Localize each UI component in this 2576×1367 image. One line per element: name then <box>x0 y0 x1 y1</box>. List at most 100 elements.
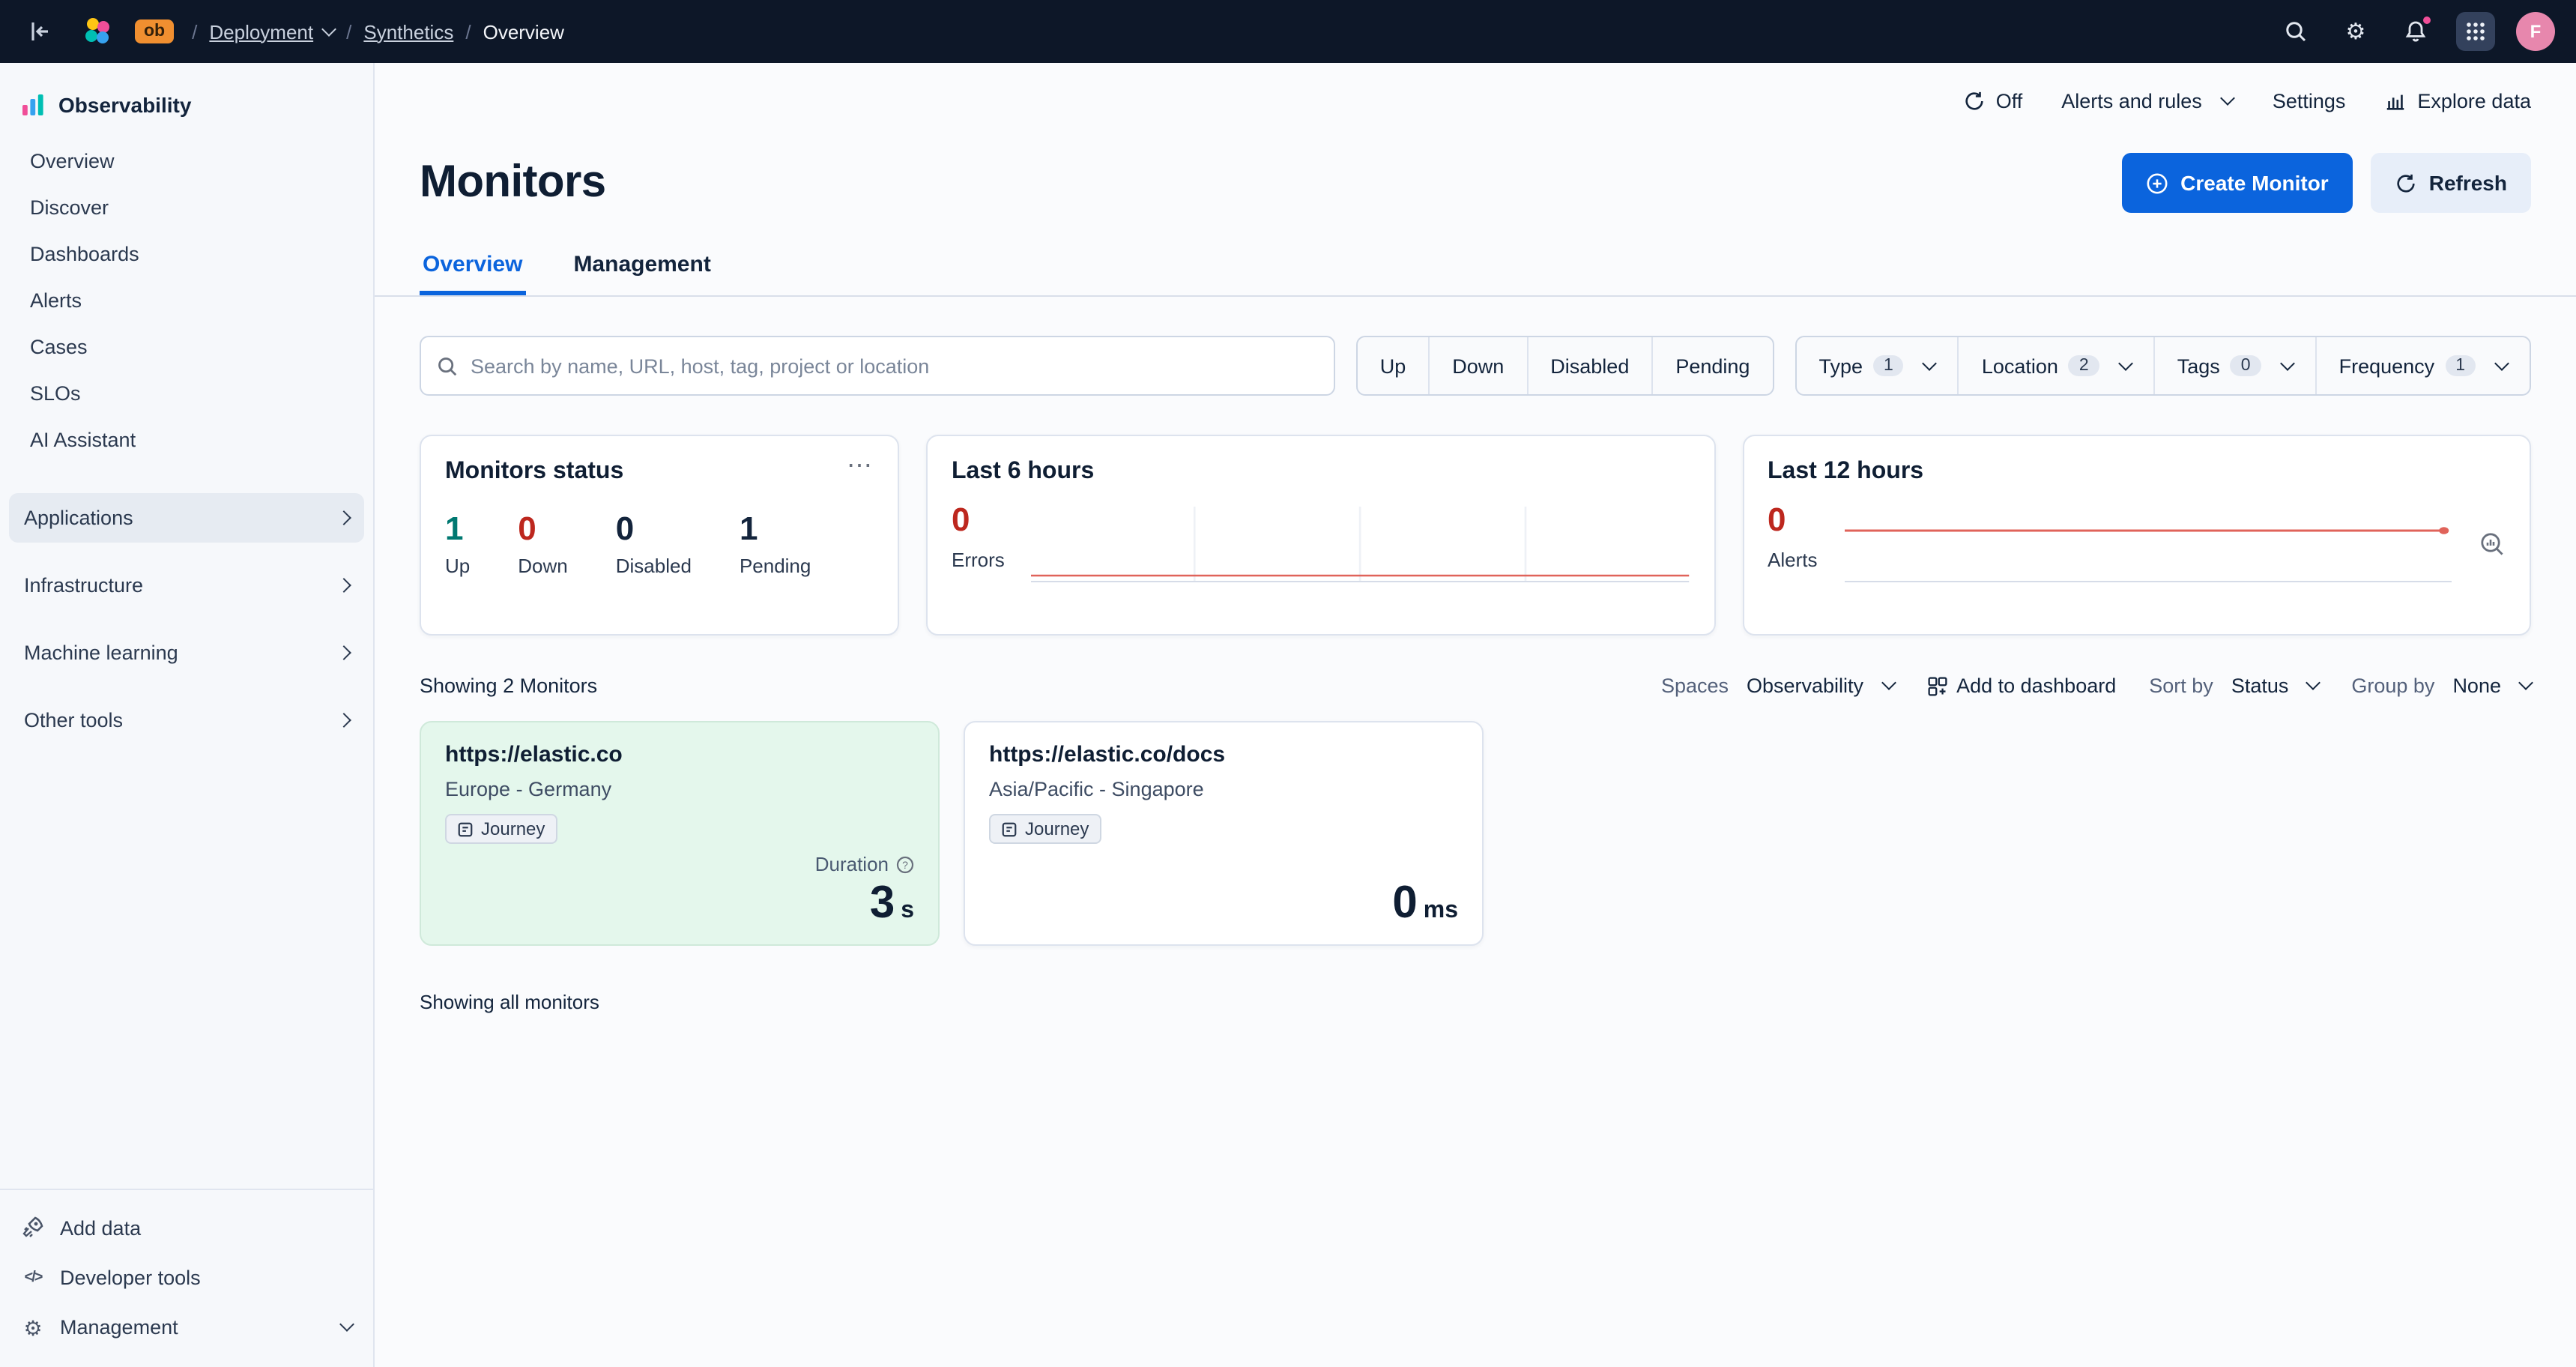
breadcrumb-synthetics[interactable]: Synthetics <box>363 20 453 43</box>
monitor-metric: Duration ? 3s <box>815 853 914 929</box>
panel-title: Last 6 hours <box>952 459 1690 486</box>
auto-refresh-icon <box>1963 89 1986 112</box>
sidebar-group-applications[interactable]: Applications <box>9 493 364 543</box>
sidebar-solution-title[interactable]: Observability <box>0 81 373 138</box>
filter-location-dropdown[interactable]: Location 2 <box>1958 337 2153 394</box>
duration-unit: ms <box>1424 898 1458 923</box>
auto-refresh-button[interactable]: Off <box>1963 89 2023 112</box>
monitor-name: https://elastic.co/docs <box>989 742 1458 767</box>
filter-label: Tags <box>2177 354 2220 377</box>
refresh-button[interactable]: Refresh <box>2371 153 2531 213</box>
sidebar-item-alerts[interactable]: Alerts <box>9 279 364 322</box>
stat-value: 0 <box>616 510 692 549</box>
spaces-selector[interactable]: Spaces Observability <box>1661 675 1893 697</box>
filter-label: Type <box>1818 354 1863 377</box>
app-root: ob / Deployment / Synthetics / Overview … <box>0 0 2576 1367</box>
settings-gear-icon[interactable]: ⚙ <box>2336 12 2375 51</box>
filter-pending-button[interactable]: Pending <box>1651 337 1772 394</box>
chevron-down-icon <box>1881 675 1896 690</box>
filter-tags-dropdown[interactable]: Tags 0 <box>2153 337 2315 394</box>
chevron-right-icon <box>336 510 351 525</box>
refresh-label: Refresh <box>2429 171 2507 195</box>
settings-link[interactable]: Settings <box>2273 89 2346 112</box>
errors-value: 0 <box>952 501 1005 540</box>
sidebar-group-label: Other tools <box>24 709 123 731</box>
filter-frequency-dropdown[interactable]: Frequency 1 <box>2315 337 2530 394</box>
help-circle-icon[interactable]: ? <box>896 855 914 873</box>
panel-options-icon[interactable]: ⋯ <box>847 459 874 474</box>
create-monitor-button[interactable]: Create Monitor <box>2122 153 2353 213</box>
svg-text:?: ? <box>902 858 908 870</box>
panel-title: Monitors status <box>445 459 623 486</box>
sidebar-item-dashboards[interactable]: Dashboards <box>9 232 364 276</box>
inspect-chart-icon[interactable] <box>2479 531 2506 565</box>
chevron-right-icon <box>336 645 351 660</box>
filter-disabled-button[interactable]: Disabled <box>1526 337 1651 394</box>
group-by-selector[interactable]: Group by None <box>2351 675 2531 697</box>
sidebar-item-discover[interactable]: Discover <box>9 186 364 229</box>
panel-title: Last 12 hours <box>1768 459 2506 486</box>
refresh-icon <box>2395 172 2417 194</box>
journey-icon <box>1001 821 1018 837</box>
sidebar-group-machine-learning[interactable]: Machine learning <box>9 628 364 678</box>
monitor-card-elastic-co[interactable]: https://elastic.co Europe - Germany Jour… <box>420 721 940 946</box>
filter-count-badge: 1 <box>1873 355 1904 376</box>
chevron-down-icon <box>339 1317 354 1332</box>
filter-label: Location <box>1982 354 2058 377</box>
breadcrumb-deployment[interactable]: Deployment <box>209 20 334 43</box>
chevron-down-icon <box>321 21 336 36</box>
main-content: Off Alerts and rules Settings Explore da… <box>375 63 2576 1367</box>
breadcrumb: / Deployment / Synthetics / Overview <box>192 20 564 43</box>
add-to-dashboard-label: Add to dashboard <box>1956 675 2116 697</box>
deployment-badge[interactable]: ob <box>135 19 174 43</box>
collapse-nav-icon[interactable] <box>21 12 60 51</box>
apps-grid-icon[interactable] <box>2456 12 2495 51</box>
sidebar-footer-label: Management <box>60 1316 178 1339</box>
sidebar-item-slos[interactable]: SLOs <box>9 372 364 415</box>
monitor-location: Europe - Germany <box>445 778 914 800</box>
filter-down-button[interactable]: Down <box>1428 337 1526 394</box>
add-to-dashboard-button[interactable]: Add to dashboard <box>1926 675 2116 697</box>
search-input[interactable] <box>471 354 1319 377</box>
summary-panels: Monitors status ⋯ 1 Up 0 Down 0 <box>375 435 2576 636</box>
sidebar-item-add-data[interactable]: Add data <box>0 1202 373 1253</box>
chevron-down-icon <box>2306 675 2320 690</box>
explore-data-button[interactable]: Explore data <box>2384 89 2531 112</box>
sidebar-item-developer-tools[interactable]: </> Developer tools <box>0 1253 373 1303</box>
badge-label: Journey <box>481 818 545 839</box>
showing-monitors-count: Showing 2 Monitors <box>420 675 597 697</box>
duration-label: Duration <box>815 853 889 875</box>
sidebar-item-ai-assistant[interactable]: AI Assistant <box>9 418 364 462</box>
notification-dot <box>2422 15 2432 25</box>
stat-value: 1 <box>740 510 811 549</box>
alerts-and-rules-menu[interactable]: Alerts and rules <box>2061 89 2234 112</box>
sidebar-group-infrastructure[interactable]: Infrastructure <box>9 561 364 610</box>
sidebar-item-cases[interactable]: Cases <box>9 325 364 369</box>
sidebar-item-overview[interactable]: Overview <box>9 139 364 183</box>
duration-unit: s <box>901 898 914 923</box>
sidebar-group-other-tools[interactable]: Other tools <box>9 695 364 745</box>
stat-pending: 1 Pending <box>740 510 811 577</box>
tab-overview[interactable]: Overview <box>420 234 525 295</box>
search-icon[interactable] <box>2276 12 2315 51</box>
sort-by-selector[interactable]: Sort by Status <box>2149 675 2318 697</box>
group-by-value: None <box>2452 675 2501 697</box>
alerts-sparkline-chart <box>1844 501 2452 594</box>
elastic-logo[interactable] <box>78 12 117 51</box>
notifications-bell-icon[interactable] <box>2396 12 2435 51</box>
user-avatar[interactable]: F <box>2516 12 2555 51</box>
chevron-down-icon <box>2494 355 2509 370</box>
chevron-right-icon <box>336 578 351 593</box>
monitor-type-badge: Journey <box>445 814 557 844</box>
sidebar-footer-label: Add data <box>60 1216 141 1239</box>
sort-by-value: Status <box>2231 675 2289 697</box>
stat-label: Pending <box>740 555 811 577</box>
create-monitor-label: Create Monitor <box>2180 171 2329 195</box>
tab-management[interactable]: Management <box>570 234 713 295</box>
monitor-card-elastic-co-docs[interactable]: https://elastic.co/docs Asia/Pacific - S… <box>964 721 1484 946</box>
filter-type-dropdown[interactable]: Type 1 <box>1796 337 1957 394</box>
chevron-right-icon <box>336 713 351 728</box>
filter-up-button[interactable]: Up <box>1358 337 1429 394</box>
sidebar-group-label: Applications <box>24 507 133 529</box>
sidebar-item-management[interactable]: ⚙ Management <box>0 1303 373 1352</box>
